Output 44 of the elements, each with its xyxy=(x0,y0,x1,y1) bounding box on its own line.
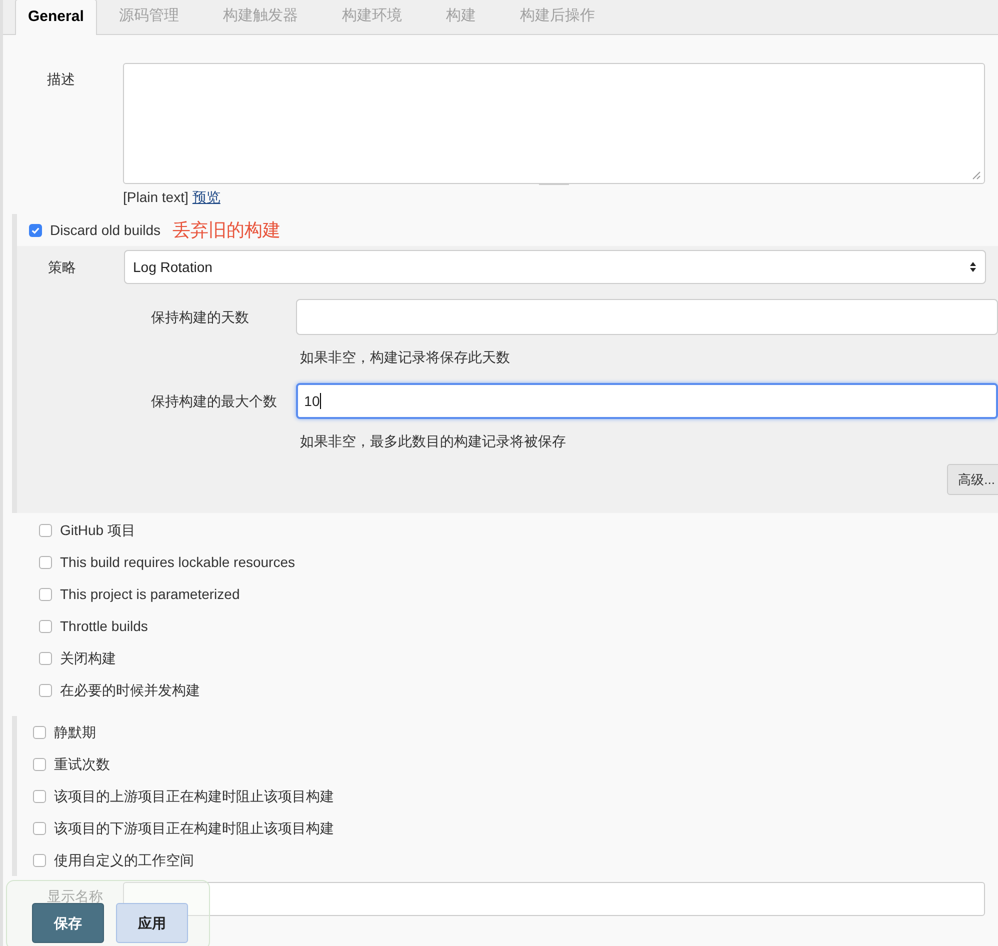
field-label: 策略 xyxy=(48,258,77,276)
option-label: GitHub 项目 xyxy=(60,520,136,540)
checkbox[interactable] xyxy=(39,588,52,600)
format-note: [Plain text] xyxy=(123,188,188,207)
display-name-input[interactable] xyxy=(123,882,985,916)
save-button[interactable]: 保存 xyxy=(32,903,104,943)
field-label: 保持构建的最大个数 xyxy=(151,392,278,410)
number-input[interactable] xyxy=(296,299,998,335)
field-label: 显示名称 xyxy=(47,887,104,906)
select-arrows-icon xyxy=(969,261,977,273)
checkbox[interactable] xyxy=(33,726,46,738)
checkbox[interactable] xyxy=(39,524,52,536)
preview-link[interactable]: 预览 xyxy=(192,187,220,208)
strategy-select[interactable]: Log Rotation xyxy=(124,250,986,284)
checkbox[interactable] xyxy=(33,790,46,802)
apply-button[interactable]: 应用 xyxy=(116,903,188,943)
resize-grip-icon[interactable] xyxy=(972,171,981,180)
field-label: 保持构建的天数 xyxy=(151,308,250,326)
option-label: This project is parameterized xyxy=(60,584,240,604)
checkbox[interactable] xyxy=(29,224,42,236)
tab[interactable]: General xyxy=(15,0,97,35)
checkbox[interactable] xyxy=(39,556,52,568)
advanced-button[interactable]: 高级... xyxy=(947,464,998,495)
option-label: 重试次数 xyxy=(54,754,110,774)
number-input[interactable]: 10 xyxy=(296,383,998,419)
option-label: 该项目的上游项目正在构建时阻止该项目构建 xyxy=(54,786,334,806)
checkbox[interactable] xyxy=(39,620,52,632)
annotation-text: 丢弃旧的构建 xyxy=(172,218,280,242)
option-label: 使用自定义的工作空间 xyxy=(54,850,194,870)
checkbox[interactable] xyxy=(39,684,52,696)
option-label: This build requires lockable resources xyxy=(60,552,295,572)
option-label: Discard old builds xyxy=(50,220,160,240)
checkbox[interactable] xyxy=(33,758,46,770)
checkbox[interactable] xyxy=(33,854,46,866)
help-text: 如果非空，构建记录将保存此天数 xyxy=(300,348,511,367)
option-label: 该项目的下游项目正在构建时阻止该项目构建 xyxy=(54,818,334,838)
option-label: 关闭构建 xyxy=(60,648,116,668)
help-text: 如果非空，最多此数目的构建记录将被保存 xyxy=(300,432,567,451)
checkbox[interactable] xyxy=(33,822,46,834)
option-label: Throttle builds xyxy=(60,616,148,636)
checkbox[interactable] xyxy=(39,652,52,664)
field-label: 描述 xyxy=(47,70,76,89)
option-label: 静默期 xyxy=(54,722,96,742)
option-label: 在必要的时候并发构建 xyxy=(60,680,200,700)
